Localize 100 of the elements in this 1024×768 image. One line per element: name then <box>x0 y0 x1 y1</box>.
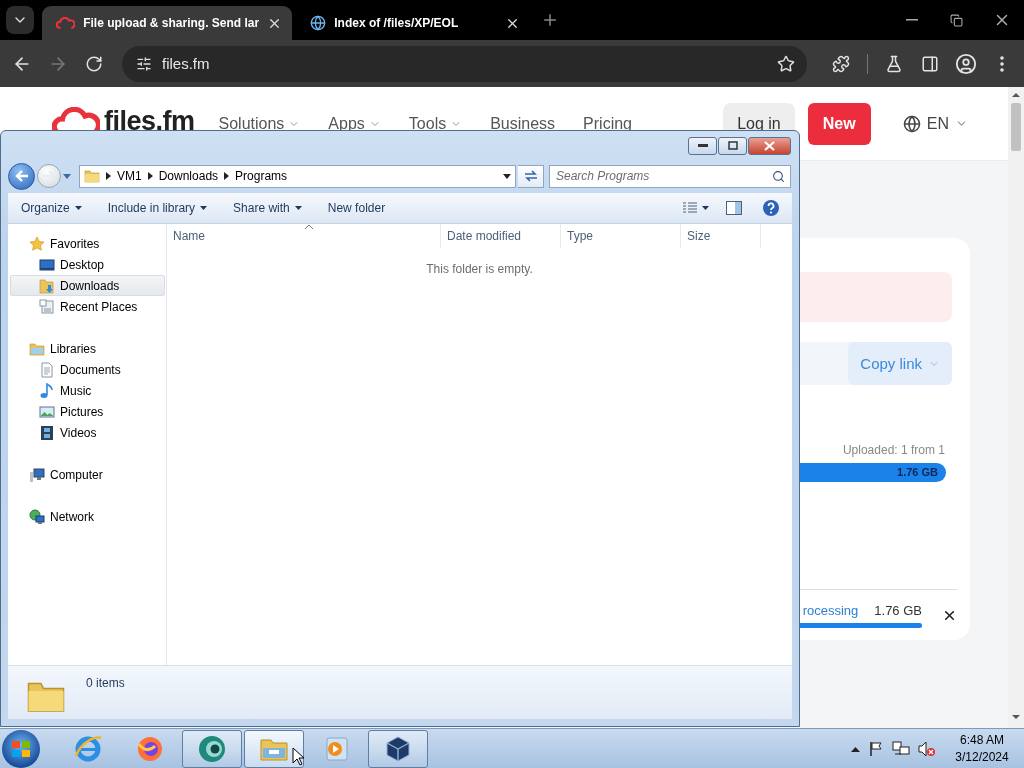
command-button[interactable]: New folder <box>318 196 395 220</box>
caret-icon <box>74 206 82 210</box>
maximize-icon <box>727 141 738 150</box>
nav-link[interactable]: Apps <box>328 114 381 133</box>
help-icon[interactable] <box>762 199 780 217</box>
close-icon <box>764 140 775 151</box>
empty-message: This folder is empty. <box>426 262 533 276</box>
clock[interactable]: 6:48 AM 3/12/2024 <box>952 731 1012 766</box>
browser-tab[interactable]: Index of /files/XP/EOL <box>296 6 531 40</box>
close-button[interactable] <box>748 136 791 155</box>
minimize-button[interactable] <box>688 136 717 155</box>
taskbar-button[interactable] <box>182 729 242 768</box>
column-header[interactable]: Size <box>681 224 761 248</box>
nav-link[interactable]: Business <box>490 114 556 133</box>
picture-icon <box>39 403 55 420</box>
column-header[interactable]: Date modified <box>441 224 561 248</box>
globe-icon <box>902 114 921 133</box>
folder-icon <box>84 168 100 184</box>
flask-icon <box>885 54 903 73</box>
cloud-icon <box>56 17 76 29</box>
tab-search-button[interactable] <box>6 6 34 34</box>
flag-icon[interactable] <box>868 740 884 757</box>
separator-arrow-icon <box>224 172 230 180</box>
refresh-button[interactable] <box>518 164 544 188</box>
show-hidden-icons-icon[interactable] <box>851 745 860 752</box>
nav-link[interactable]: Solutions <box>218 114 301 133</box>
address-bar[interactable]: files.fm <box>122 45 807 82</box>
search-icon <box>772 169 785 183</box>
star-icon <box>29 235 45 252</box>
address-field[interactable]: VM1 Downloads Programs <box>79 164 516 188</box>
search-field[interactable]: Search Programs <box>549 164 791 188</box>
start-button[interactable] <box>2 729 40 768</box>
reload-icon <box>85 54 103 73</box>
back-button[interactable] <box>8 162 35 190</box>
command-button[interactable]: Organize <box>12 196 91 220</box>
file-size: 1.76 GB <box>874 602 922 618</box>
refresh-icon <box>522 169 539 183</box>
column-header[interactable]: Type <box>561 224 681 248</box>
nav-item[interactable]: Network <box>10 506 165 527</box>
command-button[interactable]: Include in library <box>98 196 217 220</box>
browser-tab[interactable]: File upload & sharing. Send lar <box>42 6 293 40</box>
maximize-button[interactable] <box>718 136 747 155</box>
nav-item[interactable]: Libraries <box>10 338 165 359</box>
nav-item[interactable]: Computer <box>10 464 165 485</box>
bookmark-star-icon[interactable] <box>777 54 795 73</box>
nav-item[interactable]: Favorites <box>10 233 165 254</box>
nav-item[interactable]: Downloads <box>10 275 165 296</box>
minimize-icon <box>905 19 918 21</box>
site-info-icon[interactable] <box>136 55 152 72</box>
language-selector[interactable]: EN <box>896 113 974 134</box>
globe-icon <box>310 15 327 31</box>
list-view-icon <box>683 202 697 214</box>
column-header[interactable]: Name <box>167 224 441 248</box>
processing-status: rocessing <box>802 602 859 618</box>
upload-count: Uploaded: 1 from 1 <box>842 443 945 457</box>
minimize-icon <box>697 144 708 147</box>
windows-logo-icon <box>11 738 31 759</box>
music-note-icon <box>39 382 55 399</box>
sphere-icon <box>197 733 227 764</box>
breadcrumb-item[interactable]: Downloads <box>158 169 219 183</box>
separator-arrow-icon <box>147 172 153 180</box>
nav-item[interactable]: Desktop <box>10 254 165 275</box>
taskbar-button[interactable] <box>244 729 304 768</box>
download-folder-icon <box>39 277 55 294</box>
puzzle-icon <box>832 54 850 73</box>
restore-icon <box>950 13 963 27</box>
nav-item[interactable]: Videos <box>10 422 165 443</box>
nav-item[interactable]: Recent Places <box>10 296 165 317</box>
desktop-icon <box>39 256 55 273</box>
side-panel-icon <box>921 54 939 73</box>
network-icon[interactable] <box>892 740 910 757</box>
volume-muted-icon[interactable] <box>918 740 936 757</box>
caret-icon <box>702 206 709 210</box>
cursor-icon <box>292 747 304 766</box>
nav-item[interactable]: Pictures <box>10 401 165 422</box>
film-icon <box>39 424 55 441</box>
scrollbar[interactable] <box>1008 87 1024 728</box>
network-icon <box>29 508 45 525</box>
browser-icon <box>73 733 103 764</box>
nav-item[interactable]: Documents <box>10 359 165 380</box>
nav-link[interactable]: Tools <box>408 114 463 133</box>
taskbar-button[interactable] <box>368 729 428 768</box>
breadcrumb-item[interactable]: VM1 <box>117 169 142 183</box>
caret-icon <box>200 206 208 210</box>
separator-arrow-icon <box>106 172 111 180</box>
menu-icon <box>1000 55 1004 72</box>
libraries-icon <box>29 340 45 357</box>
new-button[interactable]: New <box>807 102 871 145</box>
breadcrumb-item[interactable]: Programs <box>235 169 288 183</box>
item-count: 0 items <box>86 676 125 690</box>
preview-pane-icon[interactable] <box>726 201 742 215</box>
dropdown-caret-icon[interactable] <box>503 173 511 179</box>
progress-label: 1.76 GB <box>897 466 938 478</box>
recent-places-icon <box>39 298 55 315</box>
computer-icon <box>29 466 45 483</box>
nav-item[interactable]: Music <box>10 380 165 401</box>
caret-icon <box>294 206 302 210</box>
command-button[interactable]: Share with <box>224 196 311 220</box>
document-icon <box>39 361 55 378</box>
history-caret-icon[interactable] <box>63 173 71 179</box>
